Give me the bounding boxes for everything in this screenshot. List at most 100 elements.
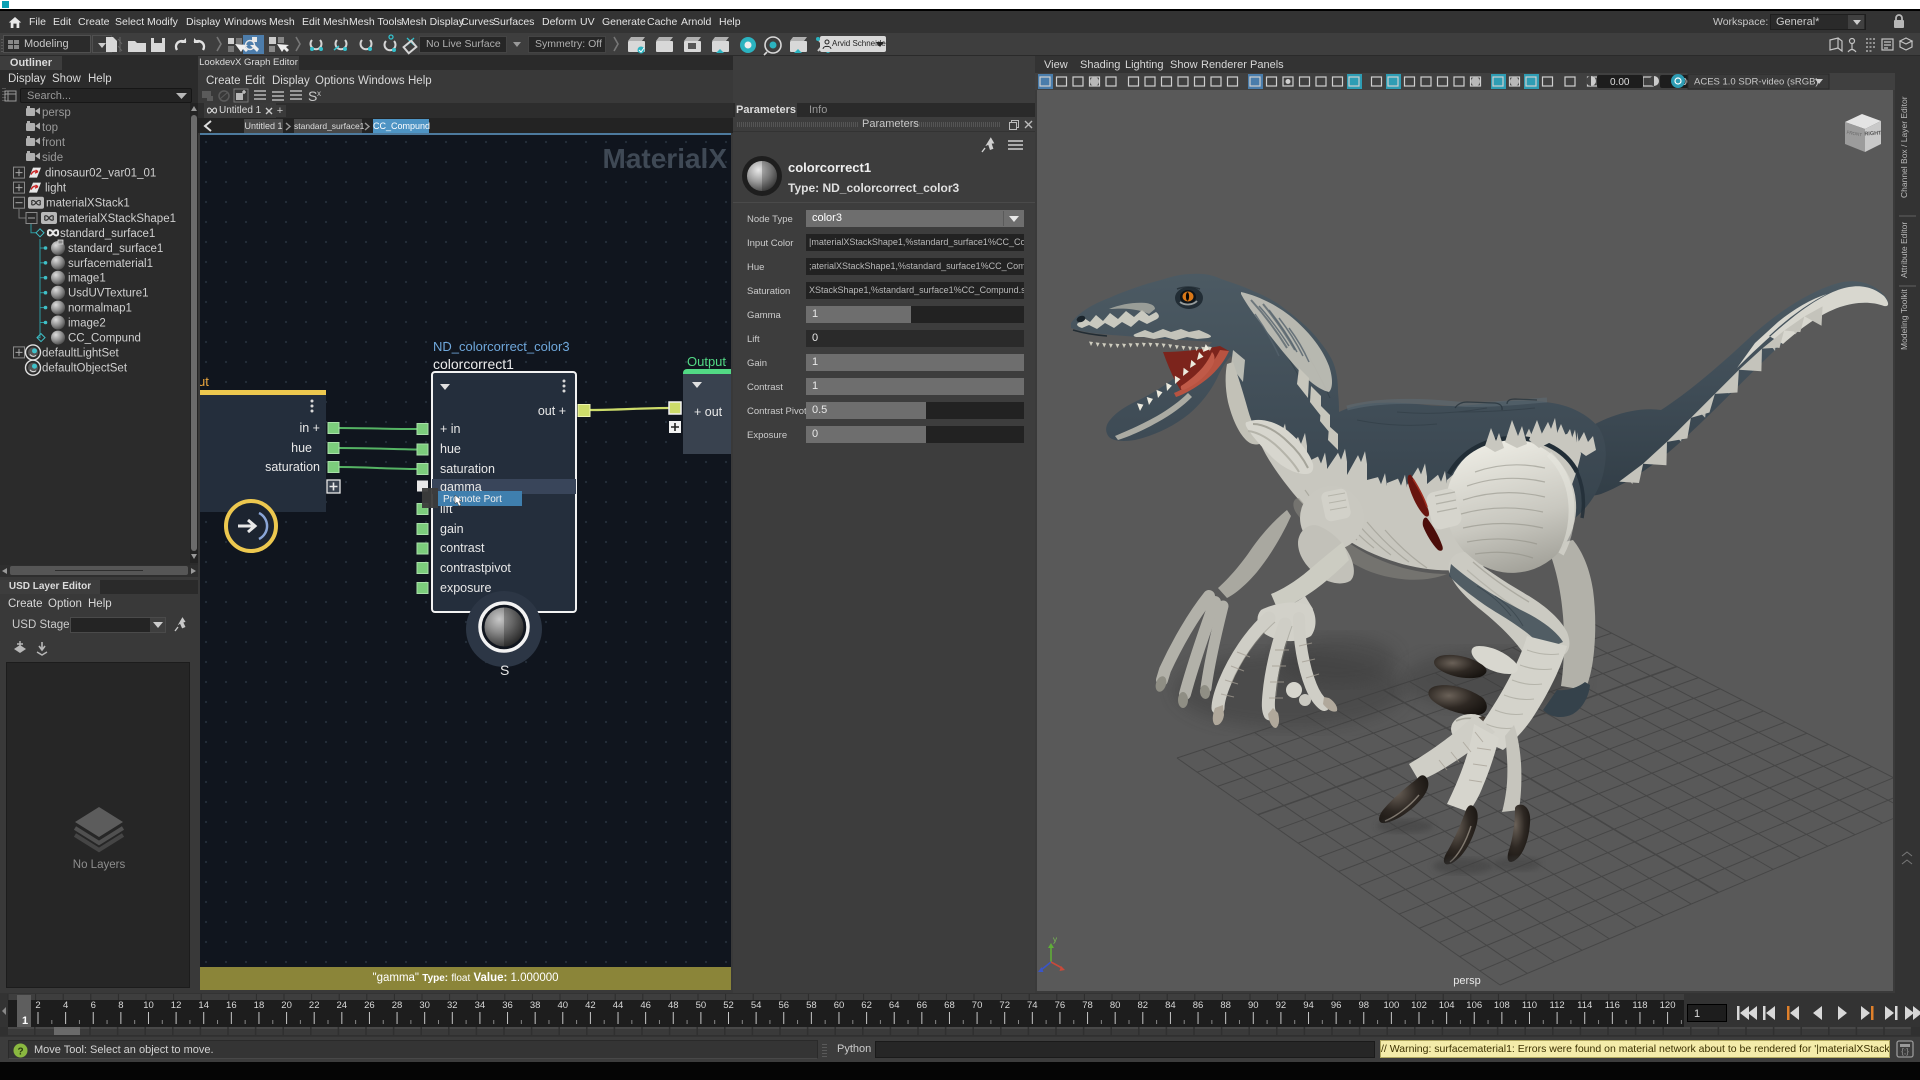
svg-text:22: 22: [309, 1000, 320, 1011]
svg-text:{;}: {;}: [1901, 1047, 1909, 1056]
svg-text:60: 60: [834, 1000, 845, 1011]
svg-text:10: 10: [143, 1000, 154, 1011]
svg-text:light: light: [45, 183, 67, 195]
svg-text:16: 16: [226, 1000, 237, 1011]
svg-text:hue: hue: [440, 442, 461, 456]
svg-text:80: 80: [1110, 1000, 1121, 1011]
svg-text:18: 18: [254, 1000, 265, 1011]
svg-text:saturation: saturation: [265, 460, 320, 474]
svg-text:118: 118: [1632, 1000, 1647, 1011]
svg-text:dinosaur02_var01_01: dinosaur02_var01_01: [45, 168, 156, 180]
svg-text:contrast: contrast: [440, 541, 485, 555]
svg-text:CC_Compund: CC_Compund: [68, 333, 141, 345]
svg-text:46: 46: [640, 1000, 651, 1011]
svg-text:48: 48: [668, 1000, 679, 1011]
svg-text:normalmap1: normalmap1: [68, 303, 132, 315]
svg-text:defaultLightSet: defaultLightSet: [42, 347, 120, 359]
svg-text:108: 108: [1494, 1000, 1510, 1011]
svg-text:62: 62: [861, 1000, 872, 1011]
svg-text:42: 42: [585, 1000, 596, 1011]
svg-text:112: 112: [1550, 1000, 1565, 1011]
svg-text:38: 38: [530, 1000, 541, 1011]
svg-text:Output: Output: [687, 354, 726, 369]
svg-text:S: S: [308, 88, 317, 104]
svg-text:12: 12: [171, 1000, 182, 1011]
svg-text:0.00: 0.00: [1610, 77, 1630, 88]
svg-text:34: 34: [475, 1000, 486, 1011]
svg-text:persp: persp: [42, 107, 71, 119]
svg-text:104: 104: [1439, 1000, 1455, 1011]
svg-text:56: 56: [778, 1000, 789, 1011]
svg-text:2: 2: [35, 1000, 40, 1011]
svg-text:78: 78: [1082, 1000, 1093, 1011]
svg-text:84: 84: [1165, 1000, 1176, 1011]
svg-text:+ out: + out: [694, 405, 723, 419]
svg-text:6: 6: [91, 1000, 96, 1011]
svg-text:ut: ut: [200, 374, 209, 389]
svg-text:76: 76: [1055, 1000, 1066, 1011]
svg-text:50: 50: [696, 1000, 707, 1011]
svg-text:Promote Port: Promote Port: [443, 494, 502, 505]
svg-text:74: 74: [1027, 1000, 1038, 1011]
svg-text:exposure: exposure: [440, 581, 491, 595]
svg-text:S: S: [500, 662, 509, 678]
svg-text:image1: image1: [68, 273, 106, 285]
svg-text:20: 20: [281, 1000, 292, 1011]
svg-text:standard_surface1: standard_surface1: [60, 228, 155, 240]
svg-text:32: 32: [447, 1000, 458, 1011]
svg-text:side: side: [42, 152, 63, 164]
svg-text:86: 86: [1193, 1000, 1204, 1011]
svg-text:x: x: [317, 89, 321, 98]
svg-text:image2: image2: [68, 318, 106, 330]
svg-text:70: 70: [972, 1000, 983, 1011]
svg-text:54: 54: [751, 1000, 762, 1011]
svg-text:114: 114: [1577, 1000, 1592, 1011]
svg-text:44: 44: [613, 1000, 624, 1011]
svg-text:72: 72: [999, 1000, 1010, 1011]
svg-text:top: top: [42, 122, 58, 134]
svg-text:92: 92: [1276, 1000, 1287, 1011]
svg-text:surfacematerial1: surfacematerial1: [68, 258, 153, 270]
svg-text:contrastpivot: contrastpivot: [440, 561, 511, 575]
svg-text:8: 8: [118, 1000, 123, 1011]
svg-text:96: 96: [1331, 1000, 1342, 1011]
svg-text:colorcorrect1: colorcorrect1: [433, 356, 514, 372]
svg-text:110: 110: [1522, 1000, 1537, 1011]
svg-text:?: ?: [17, 1047, 23, 1058]
svg-text:88: 88: [1220, 1000, 1231, 1011]
svg-text:4: 4: [63, 1000, 68, 1011]
svg-text:28: 28: [392, 1000, 403, 1011]
svg-text:persp: persp: [1453, 975, 1481, 987]
svg-text:52: 52: [723, 1000, 734, 1011]
svg-text:98: 98: [1358, 1000, 1369, 1011]
svg-text:materialXStackShape1: materialXStackShape1: [59, 213, 176, 225]
svg-text:14: 14: [198, 1000, 209, 1011]
svg-text:saturation: saturation: [440, 462, 495, 476]
svg-text:materialXStack1: materialXStack1: [46, 198, 130, 210]
svg-text:MaterialX: MaterialX: [603, 143, 728, 174]
svg-text:UsdUVTexture1: UsdUVTexture1: [68, 288, 149, 300]
svg-text:26: 26: [364, 1000, 375, 1011]
svg-text:116: 116: [1605, 1000, 1620, 1011]
svg-text:58: 58: [806, 1000, 817, 1011]
svg-text:24: 24: [337, 1000, 348, 1011]
svg-text:in +: in +: [299, 421, 320, 435]
svg-text:40: 40: [557, 1000, 568, 1011]
svg-text:106: 106: [1466, 1000, 1482, 1011]
svg-text:120: 120: [1660, 1000, 1676, 1011]
svg-text:standard_surface1: standard_surface1: [68, 243, 163, 255]
svg-text:defaultObjectSet: defaultObjectSet: [42, 363, 128, 375]
svg-text:66: 66: [917, 1000, 928, 1011]
svg-text:RIGHT: RIGHT: [1864, 131, 1882, 138]
svg-text:64: 64: [889, 1000, 900, 1011]
svg-text:82: 82: [1138, 1000, 1149, 1011]
svg-text:gain: gain: [440, 522, 464, 536]
svg-text:100: 100: [1383, 1000, 1399, 1011]
svg-text:hue: hue: [291, 441, 312, 455]
svg-text:front: front: [42, 137, 66, 149]
svg-text:ND_colorcorrect_color3: ND_colorcorrect_color3: [433, 339, 570, 354]
svg-text:+ in: + in: [440, 422, 461, 436]
svg-text:30: 30: [419, 1000, 430, 1011]
svg-text:102: 102: [1411, 1000, 1427, 1011]
svg-text:1: 1: [22, 1015, 28, 1027]
